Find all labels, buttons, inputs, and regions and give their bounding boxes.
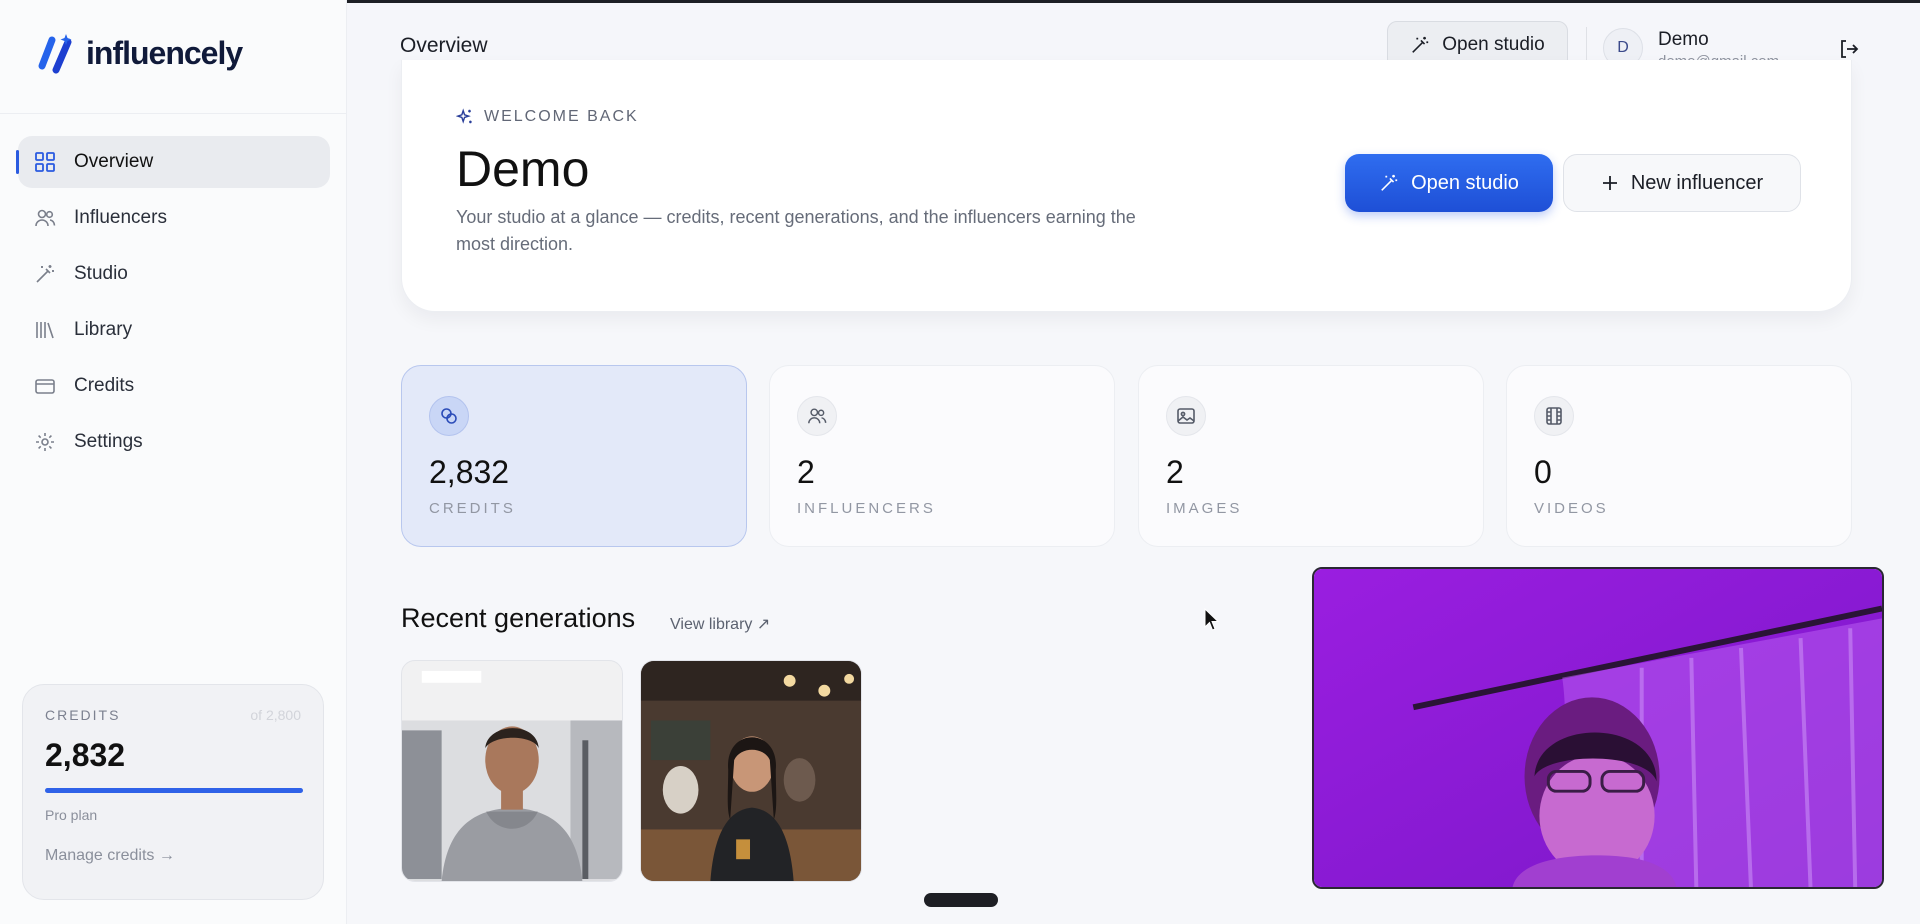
stat-value: 2 [797, 454, 815, 490]
drag-handle[interactable] [924, 893, 998, 907]
users-icon [797, 396, 837, 436]
new-influencer-button[interactable]: New influencer [1563, 154, 1801, 212]
page-title: Overview [400, 34, 488, 57]
coins-icon [429, 396, 469, 436]
sidebar-credits-card: CREDITS of 2,800 2,832 Pro plan Manage c… [22, 684, 324, 900]
user-name: Demo [1658, 29, 1709, 50]
new-influencer-label: New influencer [1630, 171, 1764, 194]
magic-wand-icon [1412, 36, 1429, 53]
sidebar-item-label: Library [74, 319, 133, 340]
welcome-eyebrow: WELCOME BACK [456, 108, 639, 126]
sidebar-item-credits[interactable]: Credits [18, 360, 330, 412]
sidebar: influencely Overview Influencers Studio [0, 0, 347, 924]
generation-thumbnail[interactable] [640, 660, 862, 882]
credit-card-icon [34, 375, 56, 397]
sidebar-item-studio[interactable]: Studio [18, 248, 330, 300]
open-studio-button[interactable]: Open studio [1345, 154, 1553, 212]
header-open-studio-label: Open studio [1442, 34, 1545, 55]
app-logo[interactable]: influencely [36, 32, 243, 74]
sidebar-item-settings[interactable]: Settings [18, 416, 330, 468]
webcam-overlay [1312, 567, 1884, 889]
open-studio-label: Open studio [1411, 171, 1519, 194]
stat-card-influencers[interactable]: 2 INFLUENCERS [769, 365, 1115, 547]
library-icon [34, 319, 56, 341]
users-icon [34, 207, 56, 229]
recent-generations-heading: Recent generations [401, 603, 636, 633]
stat-value: 2,832 [429, 454, 510, 490]
sidebar-item-overview[interactable]: Overview [16, 136, 330, 188]
stat-label: CREDITS [429, 500, 516, 517]
man-gym-photo [402, 661, 622, 881]
manage-credits-link[interactable]: Manage credits → [45, 847, 301, 865]
magic-wand-icon [34, 263, 56, 285]
sidebar-divider [0, 113, 347, 114]
welcome-hero-card: WELCOME BACK Demo Your studio at a glanc… [401, 60, 1852, 312]
credits-progress-fill [45, 788, 303, 793]
credits-card-label: CREDITS [45, 707, 121, 723]
sidebar-item-label: Influencers [74, 207, 167, 228]
stat-label: IMAGES [1166, 500, 1243, 517]
stat-card-videos[interactable]: 0 VIDEOS [1506, 365, 1852, 547]
logout-icon[interactable] [1837, 37, 1861, 61]
sidebar-item-library[interactable]: Library [18, 304, 330, 356]
mouse-cursor-icon [1204, 608, 1220, 631]
stat-value: 2 [1166, 454, 1184, 490]
hero-description: Your studio at a glance — credits, recen… [456, 207, 1136, 254]
sparkles-icon [456, 108, 472, 124]
view-library-link[interactable]: View library ↗ [670, 614, 770, 634]
stat-card-images[interactable]: 2 IMAGES [1138, 365, 1484, 547]
credits-progress-bar [45, 788, 303, 793]
stat-label: INFLUENCERS [797, 500, 936, 517]
film-icon [1534, 396, 1574, 436]
plus-icon [1602, 176, 1617, 190]
stat-value: 0 [1534, 454, 1552, 490]
logo-mark-icon [38, 34, 72, 74]
sidebar-item-label: Overview [74, 151, 154, 172]
magic-wand-icon [1381, 174, 1398, 191]
credits-card-total: of 2,800 [250, 707, 301, 723]
sidebar-nav: Overview Influencers Studio Library Cred… [16, 136, 330, 472]
sidebar-item-label: Credits [74, 375, 135, 396]
stat-card-credits[interactable]: 2,832 CREDITS [401, 365, 747, 547]
hero-title: Demo [456, 141, 590, 197]
webcam-video-feed [1314, 569, 1882, 887]
welcome-text: WELCOME BACK [484, 108, 639, 125]
gear-icon [34, 431, 56, 453]
sidebar-item-influencers[interactable]: Influencers [18, 192, 330, 244]
sidebar-item-label: Studio [74, 263, 128, 284]
sidebar-item-label: Settings [74, 431, 143, 452]
grid-icon [34, 151, 56, 173]
generation-thumbnail[interactable] [401, 660, 623, 882]
stat-label: VIDEOS [1534, 500, 1609, 517]
woman-bar-photo [641, 661, 861, 881]
credits-card-plan: Pro plan [45, 807, 98, 823]
image-icon [1166, 396, 1206, 436]
app-name: influencely [86, 34, 243, 71]
credits-card-value: 2,832 [45, 737, 126, 773]
